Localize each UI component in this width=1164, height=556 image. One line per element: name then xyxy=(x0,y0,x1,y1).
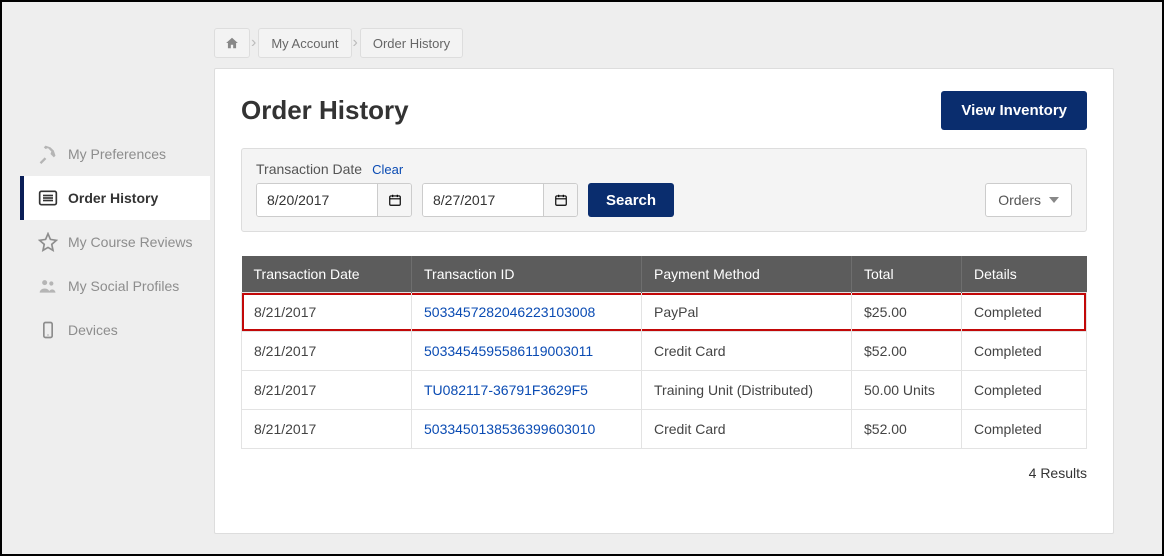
date-to-calendar-button[interactable] xyxy=(543,184,577,216)
cell-total: $52.00 xyxy=(852,332,962,371)
list-icon xyxy=(38,188,58,208)
cell-details: Completed xyxy=(962,371,1087,410)
results-count: 4 Results xyxy=(241,465,1087,481)
cell-transaction-id[interactable]: 5033450138536399603010 xyxy=(412,410,642,449)
date-from-input[interactable] xyxy=(257,184,377,216)
sidebar-item-label: My Preferences xyxy=(68,146,166,162)
cell-total: $52.00 xyxy=(852,410,962,449)
cell-details: Completed xyxy=(962,332,1087,371)
sidebar-item-my-course-reviews[interactable]: My Course Reviews xyxy=(20,220,210,264)
chevron-right-icon: › xyxy=(353,34,358,52)
date-to-input[interactable] xyxy=(423,184,543,216)
main-panel: Order History View Inventory Transaction… xyxy=(214,68,1114,534)
col-transaction-date[interactable]: Transaction Date xyxy=(242,256,412,293)
cell-total: 50.00 Units xyxy=(852,371,962,410)
cell-total: $25.00 xyxy=(852,293,962,332)
cell-details: Completed xyxy=(962,410,1087,449)
transactions-table: Transaction Date Transaction ID Payment … xyxy=(241,256,1087,449)
cell-transaction-id[interactable]: 5033457282046223103008 xyxy=(412,293,642,332)
filter-label: Transaction Date xyxy=(256,161,362,177)
table-row[interactable]: 8/21/20175033457282046223103008PayPal$25… xyxy=(242,293,1087,332)
sidebar-item-label: My Social Profiles xyxy=(68,278,179,294)
chevron-right-icon: › xyxy=(251,34,256,52)
cell-date: 8/21/2017 xyxy=(242,371,412,410)
cell-details: Completed xyxy=(962,293,1087,332)
sidebar: My Preferences Order History My Course R… xyxy=(20,132,210,352)
calendar-icon xyxy=(388,193,402,207)
col-transaction-id[interactable]: Transaction ID xyxy=(412,256,642,293)
breadcrumb-label: Order History xyxy=(373,36,450,51)
breadcrumb-home[interactable] xyxy=(214,28,250,58)
search-button[interactable]: Search xyxy=(588,183,674,217)
star-icon xyxy=(38,232,58,252)
cell-transaction-id[interactable]: 5033454595586119003011 xyxy=(412,332,642,371)
cell-payment-method: Credit Card xyxy=(642,332,852,371)
cell-date: 8/21/2017 xyxy=(242,410,412,449)
table-row[interactable]: 8/21/20175033454595586119003011Credit Ca… xyxy=(242,332,1087,371)
filter-bar: Transaction Date Clear Search xyxy=(241,148,1087,232)
col-total[interactable]: Total xyxy=(852,256,962,293)
orders-dropdown[interactable]: Orders xyxy=(985,183,1072,217)
sidebar-item-my-preferences[interactable]: My Preferences xyxy=(20,132,210,176)
table-header-row: Transaction Date Transaction ID Payment … xyxy=(242,256,1087,293)
sidebar-item-label: Order History xyxy=(68,190,158,206)
sidebar-item-my-social-profiles[interactable]: My Social Profiles xyxy=(20,264,210,308)
breadcrumb: › My Account › Order History xyxy=(214,28,462,58)
cell-date: 8/21/2017 xyxy=(242,332,412,371)
cell-payment-method: PayPal xyxy=(642,293,852,332)
cell-payment-method: Training Unit (Distributed) xyxy=(642,371,852,410)
clear-link[interactable]: Clear xyxy=(372,162,403,177)
sidebar-item-order-history[interactable]: Order History xyxy=(20,176,210,220)
date-from-field xyxy=(256,183,412,217)
breadcrumb-my-account[interactable]: My Account xyxy=(258,28,351,58)
sidebar-item-label: Devices xyxy=(68,322,118,338)
table-row[interactable]: 8/21/20175033450138536399603010Credit Ca… xyxy=(242,410,1087,449)
home-icon xyxy=(225,36,239,50)
device-icon xyxy=(38,320,58,340)
cell-transaction-id[interactable]: TU082117-36791F3629F5 xyxy=(412,371,642,410)
calendar-icon xyxy=(554,193,568,207)
orders-dropdown-label: Orders xyxy=(998,192,1041,208)
cell-payment-method: Credit Card xyxy=(642,410,852,449)
breadcrumb-order-history[interactable]: Order History xyxy=(360,28,463,58)
breadcrumb-label: My Account xyxy=(271,36,338,51)
col-details[interactable]: Details xyxy=(962,256,1087,293)
table-row[interactable]: 8/21/2017TU082117-36791F3629F5Training U… xyxy=(242,371,1087,410)
col-payment-method[interactable]: Payment Method xyxy=(642,256,852,293)
date-from-calendar-button[interactable] xyxy=(377,184,411,216)
chevron-down-icon xyxy=(1049,197,1059,203)
tools-icon xyxy=(38,144,58,164)
sidebar-item-label: My Course Reviews xyxy=(68,234,192,250)
cell-date: 8/21/2017 xyxy=(242,293,412,332)
view-inventory-button[interactable]: View Inventory xyxy=(941,91,1087,130)
page-title: Order History xyxy=(241,95,409,126)
people-icon xyxy=(38,276,58,296)
date-to-field xyxy=(422,183,578,217)
sidebar-item-devices[interactable]: Devices xyxy=(20,308,210,352)
